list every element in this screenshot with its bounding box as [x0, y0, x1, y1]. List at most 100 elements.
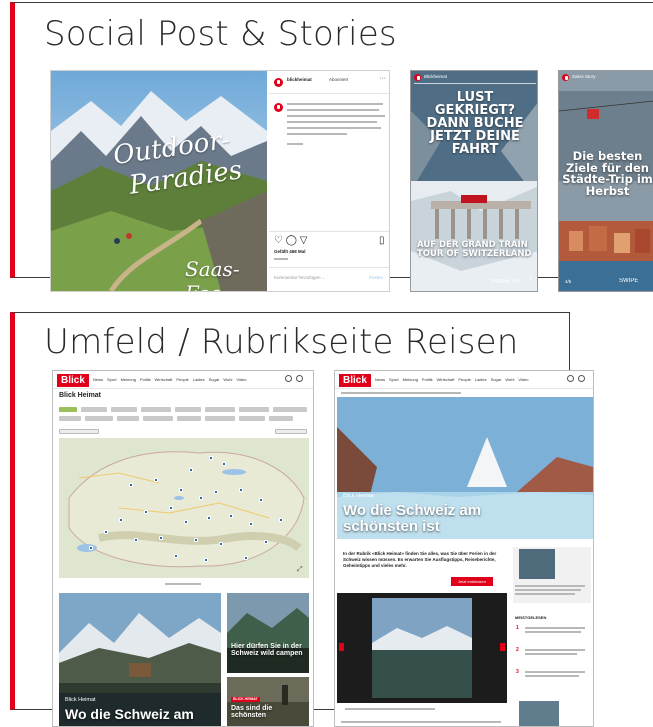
filter-chip[interactable] — [239, 416, 265, 421]
filter-chip[interactable] — [177, 416, 201, 421]
map-pin[interactable] — [279, 518, 283, 522]
most-read-item[interactable] — [525, 653, 577, 655]
switzerland-map[interactable]: ⤢ — [59, 438, 309, 578]
filter-chip[interactable] — [239, 407, 269, 412]
comment-input[interactable]: Kommentar hinzufügen ... — [274, 275, 326, 281]
caption-line — [287, 103, 383, 105]
actions-divider — [269, 231, 389, 232]
filter-chip[interactable] — [59, 407, 77, 412]
story-account: Blickheimat — [424, 74, 448, 79]
promo-image — [519, 549, 555, 579]
map-pin[interactable] — [174, 554, 178, 558]
map-pin[interactable] — [199, 496, 203, 500]
sidebar-promo[interactable] — [513, 547, 591, 603]
user-icon[interactable] — [578, 375, 585, 382]
map-pin[interactable] — [134, 538, 138, 542]
discover-button[interactable]: Jetzt entdecken — [451, 577, 493, 586]
nav-item: Wirtschaft — [436, 377, 455, 382]
map-pin[interactable] — [204, 558, 208, 562]
caption-avatar — [274, 103, 283, 112]
map-pin[interactable] — [184, 520, 188, 524]
user-icon[interactable] — [296, 375, 303, 382]
map-pin[interactable] — [159, 536, 163, 540]
map-pin[interactable] — [209, 456, 213, 460]
instagram-post-sidebar: blickheimat Abonniert ··· ♡ ◯ ▽ ▯ Gefäll… — [269, 71, 389, 291]
map-pin[interactable] — [154, 478, 158, 482]
map-pin[interactable] — [104, 530, 108, 534]
blick-logo[interactable]: Blick — [57, 374, 89, 387]
teaser-side-camping[interactable]: Hier dürfen Sie in der Schweiz wild camp… — [227, 593, 309, 673]
filter-chip[interactable] — [205, 416, 235, 421]
most-read-item[interactable] — [525, 649, 585, 651]
swipe-cta[interactable]: SWIPE — [619, 278, 638, 284]
filter-chip[interactable] — [81, 407, 107, 412]
search-icon[interactable] — [567, 375, 574, 382]
map-pin[interactable] — [169, 506, 173, 510]
story-train-tour[interactable]: Blickheimat LUST GEKRIEGT? DANN BUCHE JE… — [410, 70, 538, 292]
swipe-up-cta[interactable]: SWIPE UP — [491, 279, 520, 285]
filter-chip[interactable] — [59, 416, 81, 421]
filter-chip[interactable] — [111, 407, 137, 412]
map-pin[interactable] — [222, 462, 226, 466]
map-pin[interactable] — [264, 540, 268, 544]
most-read-item[interactable] — [525, 671, 585, 673]
map-pin[interactable] — [194, 538, 198, 542]
post-comment-button[interactable]: Posten — [369, 275, 383, 281]
caption-line — [287, 109, 379, 111]
bookmark-icon[interactable]: ▯ — [379, 235, 385, 246]
story-city-trip[interactable]: Swiss Story Die besten Ziele für den Stä… — [558, 70, 653, 292]
map-pin[interactable] — [239, 488, 243, 492]
story-progress-bar — [414, 83, 536, 84]
blick-heimat-overview-page[interactable]: Blick News Sport Meinung Politik Wirtschaft P… — [52, 370, 314, 727]
nav-item: Wirtschaft — [154, 377, 173, 382]
teaser-side-bottom[interactable]: BLICK HEIMAT Das sind die schönsten — [227, 677, 309, 726]
nav-items[interactable]: News Sport Meinung Politik Wirtschaft People L… — [375, 377, 533, 382]
map-toggle[interactable] — [59, 429, 99, 434]
most-read-item[interactable] — [525, 675, 579, 677]
filter-chip[interactable] — [141, 407, 171, 412]
most-read-item[interactable] — [525, 631, 581, 633]
filter-chip[interactable] — [273, 407, 307, 412]
map-pin[interactable] — [249, 522, 253, 526]
filter-chip[interactable] — [85, 416, 113, 421]
map-settings-button[interactable] — [275, 429, 307, 434]
map-pin[interactable] — [144, 510, 148, 514]
swipe-up-arrow-icon[interactable]: ↑ — [528, 273, 533, 284]
map-pin[interactable] — [259, 498, 263, 502]
follow-status[interactable]: Abonniert — [329, 77, 348, 83]
map-pin[interactable] — [207, 516, 211, 520]
nav-items[interactable]: News Sport Meinung Politik Wirtschaft People L… — [93, 377, 251, 382]
map-pin[interactable] — [129, 483, 133, 487]
article-lead: In der Rubrik «Blick Heimat» finden Sie … — [343, 551, 497, 568]
filter-chip[interactable] — [269, 416, 293, 421]
more-options-icon[interactable]: ··· — [379, 75, 386, 82]
map-pin[interactable] — [244, 556, 248, 560]
map-pin[interactable] — [179, 488, 183, 492]
gallery-prev-button[interactable] — [339, 643, 344, 651]
filter-chip[interactable] — [143, 416, 173, 421]
article-gallery[interactable] — [337, 593, 507, 703]
filter-chip[interactable] — [205, 407, 235, 412]
filter-chip[interactable] — [117, 416, 139, 421]
most-read-item[interactable] — [525, 627, 585, 629]
gallery-next-button[interactable] — [500, 643, 505, 651]
filter-chip[interactable] — [175, 407, 201, 412]
action-icons[interactable]: ♡ ◯ ▽ — [274, 235, 307, 246]
map-pin[interactable] — [219, 542, 223, 546]
blick-logo[interactable]: Blick — [339, 374, 371, 387]
story-avatar — [562, 74, 569, 81]
breadcrumb[interactable] — [341, 392, 461, 394]
map-pin[interactable] — [189, 468, 193, 472]
instagram-post[interactable]: Outdoor- Paradies Saas-Fee blickheimat A… — [50, 70, 390, 292]
map-pin[interactable] — [89, 546, 93, 550]
search-icon[interactable] — [285, 375, 292, 382]
teaser-main[interactable]: Blick Heimat Wo die Schweiz am — [59, 593, 221, 726]
map-fullscreen-icon[interactable]: ⤢ — [297, 566, 303, 574]
account-name[interactable]: blickheimat — [287, 77, 312, 83]
caption-line — [287, 133, 347, 135]
blick-heimat-article-page[interactable]: Blick News Sport Meinung Politik Wirtschaft P… — [334, 370, 594, 727]
sidebar-thumbnail[interactable] — [519, 701, 559, 726]
map-pin[interactable] — [229, 514, 233, 518]
map-pin[interactable] — [214, 490, 218, 494]
map-pin[interactable] — [119, 518, 123, 522]
